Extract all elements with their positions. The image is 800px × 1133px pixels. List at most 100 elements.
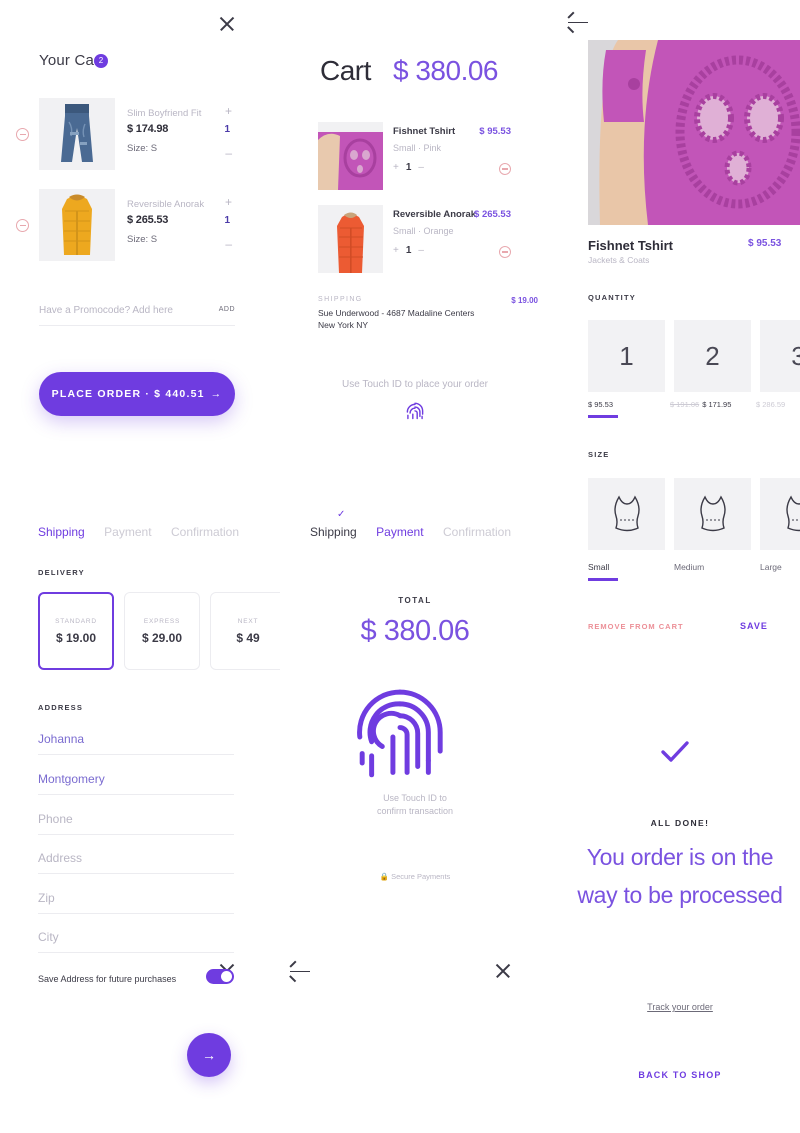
- product-name: Reversible Anorak: [393, 209, 477, 220]
- quantity-selected-underline: [588, 415, 618, 418]
- shipping-address-line1: Sue Underwood - 4687 Madaline Centers: [318, 308, 475, 318]
- save-button[interactable]: SAVE: [740, 621, 768, 631]
- panel-shipping-form: Shipping Payment Confirmation DELIVERY S…: [0, 478, 286, 1133]
- cart-list-item[interactable]: Reversible Anorak $ 265.53 Size: S + 1 –: [39, 189, 235, 261]
- quantity-price-2: $ 191.06 $ 171.95: [670, 400, 731, 409]
- fingerprint-icon[interactable]: [404, 400, 426, 429]
- quantity-option-1[interactable]: 1: [588, 320, 665, 392]
- tab-confirmation[interactable]: Confirmation: [443, 525, 511, 539]
- product-price: $ 95.53: [748, 238, 782, 249]
- all-done-label: ALL DONE!: [650, 818, 710, 828]
- delivery-option-express[interactable]: EXPRESS $ 29.00: [124, 592, 200, 670]
- tab-payment[interactable]: Payment: [104, 525, 151, 539]
- close-icon[interactable]: [494, 962, 512, 980]
- zip-field[interactable]: Zip: [38, 891, 234, 914]
- product-name: Fishnet Tshirt: [588, 238, 673, 253]
- product-hero-image: [588, 40, 800, 225]
- fingerprint-icon[interactable]: [352, 685, 448, 794]
- increase-qty-button[interactable]: +: [225, 104, 232, 118]
- remove-item-icon[interactable]: [16, 219, 29, 232]
- remove-item-icon[interactable]: [499, 246, 511, 258]
- close-icon[interactable]: [218, 15, 236, 33]
- address-field[interactable]: Address: [38, 851, 234, 874]
- decrease-qty-button[interactable]: –: [418, 162, 424, 173]
- back-arrow-icon[interactable]: [289, 960, 310, 983]
- tab-confirmation[interactable]: Confirmation: [171, 525, 239, 539]
- city-field[interactable]: City: [38, 930, 234, 953]
- track-order-link[interactable]: Track your order: [560, 1002, 800, 1012]
- save-address-toggle[interactable]: [206, 969, 234, 984]
- delivery-name: NEXT: [237, 617, 259, 625]
- product-price: $ 265.53: [474, 209, 511, 220]
- touch-hint-line2: confirm transaction: [376, 806, 454, 816]
- delivery-option-next[interactable]: NEXT $ 49: [210, 592, 286, 670]
- panel-your-cart: Your Cart 2 Slim Boyfriend Fit $ 174.98 …: [0, 0, 270, 465]
- delivery-option-standard[interactable]: STANDARD $ 19.00: [38, 592, 114, 670]
- qty-value: 1: [224, 124, 230, 135]
- cart-total-value: $ 380.06: [393, 55, 499, 86]
- delivery-name: EXPRESS: [143, 617, 181, 625]
- increase-qty-button[interactable]: +: [393, 245, 399, 256]
- quantity-old-price-3: $ 286.59: [756, 400, 786, 409]
- product-variant: Small · Orange: [393, 226, 454, 236]
- size-option-large[interactable]: [760, 478, 800, 550]
- shipping-label: SHIPPING: [318, 296, 363, 303]
- size-label: SIZE: [588, 450, 610, 459]
- decrease-qty-button[interactable]: –: [225, 237, 232, 251]
- increase-qty-button[interactable]: +: [393, 162, 399, 173]
- decrease-qty-button[interactable]: –: [418, 245, 424, 256]
- page-title: Cart: [320, 55, 371, 86]
- quantity-option-3[interactable]: 3: [760, 320, 800, 392]
- cart-count-badge: 2: [94, 54, 108, 68]
- product-price: $ 265.53: [127, 214, 169, 226]
- size-option-small[interactable]: [588, 478, 665, 550]
- tab-shipping[interactable]: Shipping: [310, 525, 357, 539]
- remove-item-icon[interactable]: [16, 128, 29, 141]
- touch-id-hint: Use Touch ID to confirm transaction: [280, 792, 550, 818]
- touch-id-hint: Use Touch ID to place your order: [341, 379, 488, 390]
- promocode-input[interactable]: Have a Promocode? Add here: [39, 305, 235, 325]
- quantity-value: 1: [619, 340, 634, 371]
- size-name-large: Large: [760, 562, 782, 572]
- secure-payments-label: Secure Payments: [391, 872, 451, 881]
- qty-stepper[interactable]: +1–: [393, 245, 424, 256]
- back-to-shop-button[interactable]: BACK TO SHOP: [560, 1070, 800, 1080]
- product-thumbnail: [318, 122, 383, 190]
- qty-stepper[interactable]: +1–: [393, 162, 424, 173]
- quantity-option-2[interactable]: 2: [674, 320, 751, 392]
- delivery-name: STANDARD: [55, 617, 97, 625]
- place-order-button[interactable]: PLACE ORDER · $ 440.51 →: [39, 372, 235, 416]
- tab-payment[interactable]: Payment: [376, 525, 423, 539]
- secure-payments-note: 🔒 Secure Payments: [280, 872, 550, 881]
- decrease-qty-button[interactable]: –: [225, 146, 232, 160]
- promocode-add-button[interactable]: ADD: [219, 306, 235, 313]
- last-name-field[interactable]: Montgomery: [38, 772, 234, 795]
- qty-value: 1: [405, 162, 412, 173]
- back-arrow-icon[interactable]: [567, 11, 588, 34]
- checkmark-icon: [660, 740, 690, 769]
- product-thumbnail: [39, 98, 115, 170]
- promocode-field[interactable]: Have a Promocode? Add here: [39, 305, 235, 326]
- cart-list-item[interactable]: Fishnet Tshirt $ 95.53 Small · Pink +1–: [318, 122, 523, 190]
- quantity-label: QUANTITY: [588, 293, 636, 302]
- cart-list-item[interactable]: Slim Boyfriend Fit $ 174.98 Size: S + 1 …: [39, 98, 235, 170]
- cart-list-item[interactable]: Reversible Anorak $ 265.53 Small · Orang…: [318, 205, 523, 273]
- promocode-row: Have a Promocode? Add here ADD: [39, 305, 235, 326]
- product-thumbnail: [39, 189, 115, 261]
- size-option-medium[interactable]: [674, 478, 751, 550]
- remove-from-cart-button[interactable]: REMOVE FROM CART: [588, 622, 684, 631]
- next-step-button[interactable]: →: [187, 1033, 231, 1077]
- product-name: Slim Boyfriend Fit: [127, 108, 202, 119]
- total-value: $ 380.06: [360, 615, 470, 647]
- tab-shipping[interactable]: Shipping: [38, 525, 85, 539]
- save-address-row: Save Address for future purchases: [38, 969, 234, 984]
- quantity-value: 2: [705, 340, 720, 371]
- quantity-new-price-2: $ 171.95: [702, 400, 732, 409]
- phone-field[interactable]: Phone: [38, 812, 234, 835]
- increase-qty-button[interactable]: +: [225, 195, 232, 209]
- shipping-address-line2: New York NY: [318, 320, 369, 330]
- save-address-label: Save Address for future purchases: [38, 974, 177, 984]
- remove-item-icon[interactable]: [499, 163, 511, 175]
- first-name-field[interactable]: Johanna: [38, 732, 234, 755]
- product-size: Size: S: [127, 234, 158, 245]
